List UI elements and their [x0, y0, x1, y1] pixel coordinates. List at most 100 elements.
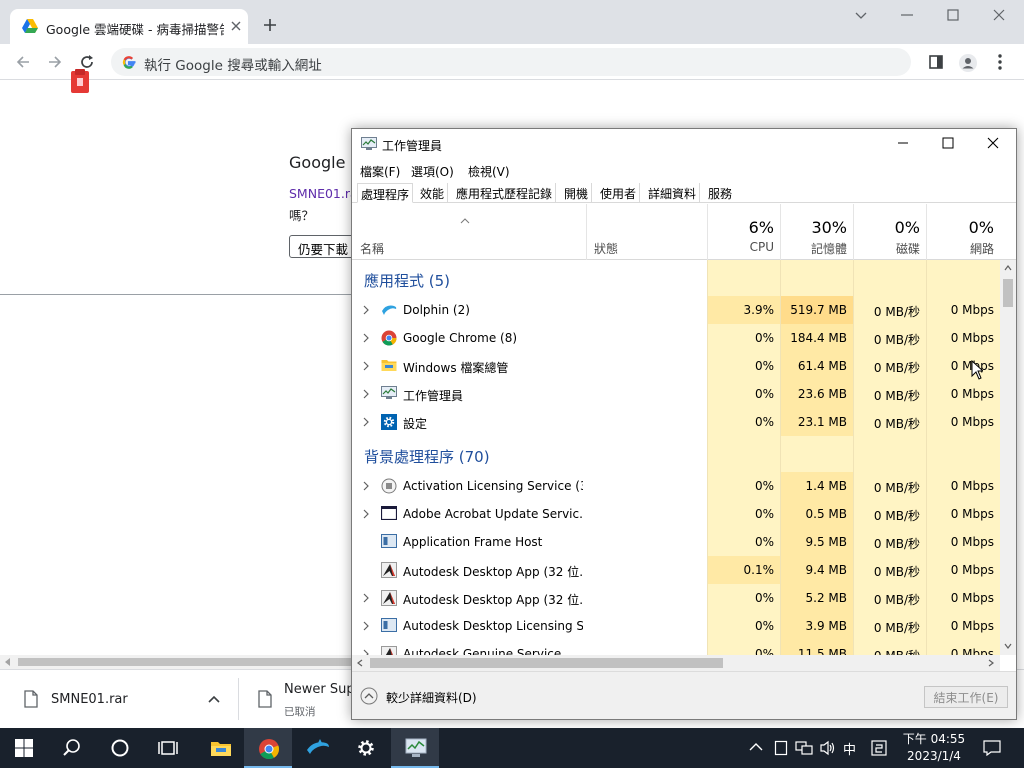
menu-file[interactable]: 檔案(F)	[360, 163, 400, 180]
tab-search-chevron-icon[interactable]	[854, 8, 868, 22]
close-window-icon[interactable]	[992, 8, 1006, 22]
tab-services[interactable]: 服務	[705, 183, 735, 203]
start-button[interactable]	[0, 728, 48, 768]
sort-up-icon	[460, 218, 470, 224]
tab-close-icon[interactable]	[228, 18, 244, 34]
taskbar-chrome[interactable]	[244, 728, 292, 768]
download-item[interactable]: Newer Sup 已取消	[238, 670, 358, 729]
horizontal-scrollbar[interactable]	[352, 655, 1000, 671]
taskbar-settings[interactable]	[342, 728, 390, 768]
file-name-link[interactable]: SMNE01.ra	[289, 186, 358, 201]
minimize-icon[interactable]	[897, 137, 909, 149]
scroll-right-icon[interactable]	[988, 659, 994, 667]
maximize-icon[interactable]	[942, 137, 954, 149]
process-row[interactable]: 設定 0% 23.1 MB 0 MB/秒 0 Mbps	[352, 408, 1000, 436]
cortana-button[interactable]	[96, 728, 144, 768]
taskbar-task-manager[interactable]	[391, 728, 439, 768]
forward-arrow-icon[interactable]	[46, 53, 64, 71]
address-bar[interactable]: 執行 Google 搜尋或輸入網址	[111, 48, 911, 76]
expand-chevron-icon[interactable]	[361, 509, 371, 519]
action-center-icon[interactable]	[983, 740, 1001, 756]
download-item[interactable]: SMNE01.rar	[0, 670, 238, 729]
input-method-indicator[interactable]: 中	[843, 739, 856, 758]
scroll-left-icon[interactable]	[4, 658, 12, 666]
column-cpu[interactable]: 6% CPU	[707, 204, 780, 260]
network-icon[interactable]	[795, 740, 813, 756]
column-status-cell[interactable]: 狀態	[586, 204, 707, 260]
column-network[interactable]: 0% 網路	[926, 204, 1000, 260]
search-button[interactable]	[48, 728, 96, 768]
process-row[interactable]: Autodesk Desktop Licensing S... 0% 3.9 MB 0…	[352, 612, 1000, 640]
taskbar-dolphin[interactable]	[292, 728, 340, 768]
vertical-scrollbar[interactable]	[1000, 260, 1016, 655]
menu-options[interactable]: 選項(O)	[411, 163, 454, 180]
process-group-header[interactable]: 應用程式 (5)	[352, 260, 1000, 296]
scroll-up-icon[interactable]	[1004, 265, 1012, 271]
scrollbar-thumb[interactable]	[1003, 279, 1013, 307]
side-panel-icon[interactable]	[927, 53, 945, 71]
browser-tab[interactable]: Google 雲端硬碟 - 病毒掃描警告	[10, 9, 248, 44]
tray-chevron-up-icon[interactable]	[749, 742, 763, 752]
column-disk[interactable]: 0% 磁碟	[853, 204, 926, 260]
collapse-circle-icon[interactable]	[360, 687, 378, 705]
tab-processes[interactable]: 處理程序	[357, 183, 414, 203]
profile-avatar-icon[interactable]	[958, 53, 978, 73]
process-row[interactable]: Application Frame Host 0% 9.5 MB 0 MB/秒 0 Mb…	[352, 528, 1000, 556]
window-title: 工作管理員	[382, 139, 443, 153]
expand-chevron-icon[interactable]	[361, 417, 371, 427]
tray-notification-box-icon[interactable]	[774, 740, 788, 756]
minimize-icon[interactable]	[900, 8, 914, 22]
expand-chevron-icon[interactable]	[361, 333, 371, 343]
tab-performance[interactable]: 效能	[417, 183, 449, 203]
tab-details[interactable]: 詳細資料	[645, 183, 701, 203]
process-row[interactable]: Autodesk Desktop App (32 位... 0% 5.2 MB 0 M…	[352, 584, 1000, 612]
expand-chevron-icon[interactable]	[361, 593, 371, 603]
end-task-button[interactable]: 結束工作(E)	[924, 686, 1008, 708]
scroll-down-icon[interactable]	[1004, 643, 1012, 649]
tab-users[interactable]: 使用者	[597, 183, 641, 203]
task-manager-titlebar[interactable]: 工作管理員	[352, 129, 1016, 159]
expand-chevron-icon[interactable]	[361, 361, 371, 371]
process-row[interactable]: 工作管理員 0% 23.6 MB 0 MB/秒 0 Mbps	[352, 380, 1000, 408]
maximize-icon[interactable]	[946, 8, 960, 22]
memory-percent: 30%	[811, 218, 847, 237]
volume-icon[interactable]	[819, 740, 837, 756]
system-clock[interactable]: 下午 04:55 2023/1/4	[896, 731, 972, 765]
close-icon[interactable]	[987, 137, 999, 149]
scrollbar-thumb[interactable]	[18, 658, 358, 666]
page-horizontal-scrollbar[interactable]	[0, 655, 360, 669]
process-row[interactable]: Google Chrome (8) 0% 184.4 MB 0 MB/秒 0 Mbps	[352, 324, 1000, 352]
autodesk-icon	[381, 590, 397, 606]
download-name: Newer Sup	[284, 682, 355, 697]
process-row[interactable]: Adobe Acrobat Update Servic... 0% 0.5 MB 0 …	[352, 500, 1000, 528]
process-row[interactable]: Windows 檔案總管 0%61.4 MB0 MB/秒0 Mbps	[352, 352, 1000, 380]
expand-chevron-icon[interactable]	[361, 481, 371, 491]
task-manager-footer: 較少詳細資料(D) 結束工作(E)	[352, 671, 1016, 719]
column-memory[interactable]: 30% 記憶體	[780, 204, 853, 260]
process-row[interactable]: Autodesk Genuine Service 0%11.5 MB0 MB/秒0…	[352, 640, 1000, 655]
google-drive-icon	[22, 19, 38, 33]
menu-view[interactable]: 檢視(V)	[468, 163, 510, 180]
expand-chevron-icon[interactable]	[361, 305, 371, 315]
mouse-cursor-icon	[971, 360, 983, 380]
ime-mode-icon[interactable]	[871, 740, 887, 756]
column-name[interactable]: 名稱	[360, 240, 384, 257]
process-row[interactable]: Activation Licensing Service (3... 0% 1.4 …	[352, 472, 1000, 500]
fewer-details-link[interactable]: 較少詳細資料(D)	[386, 689, 477, 706]
back-arrow-icon[interactable]	[14, 53, 32, 71]
new-tab-icon[interactable]	[262, 17, 278, 33]
scrollbar-thumb[interactable]	[370, 658, 723, 668]
document-icon	[258, 690, 272, 708]
process-row[interactable]: Autodesk Desktop App (32 位... 0.1% 9.4 MB 0…	[352, 556, 1000, 584]
scroll-left-icon[interactable]	[357, 659, 363, 667]
expand-chevron-icon[interactable]	[361, 621, 371, 631]
process-row[interactable]: Dolphin (2) 3.9% 519.7 MB 0 MB/秒 0 Mbps	[352, 296, 1000, 324]
kebab-menu-icon[interactable]	[992, 53, 1008, 71]
task-view-button[interactable]	[144, 728, 192, 768]
tab-app-history[interactable]: 應用程式歷程記錄	[453, 183, 557, 203]
chevron-up-icon[interactable]	[207, 692, 221, 706]
tab-startup[interactable]: 開機	[561, 183, 593, 203]
taskbar-file-explorer[interactable]	[196, 728, 244, 768]
process-group-header[interactable]: 背景處理程序 (70)	[352, 436, 1000, 472]
expand-chevron-icon[interactable]	[361, 389, 371, 399]
